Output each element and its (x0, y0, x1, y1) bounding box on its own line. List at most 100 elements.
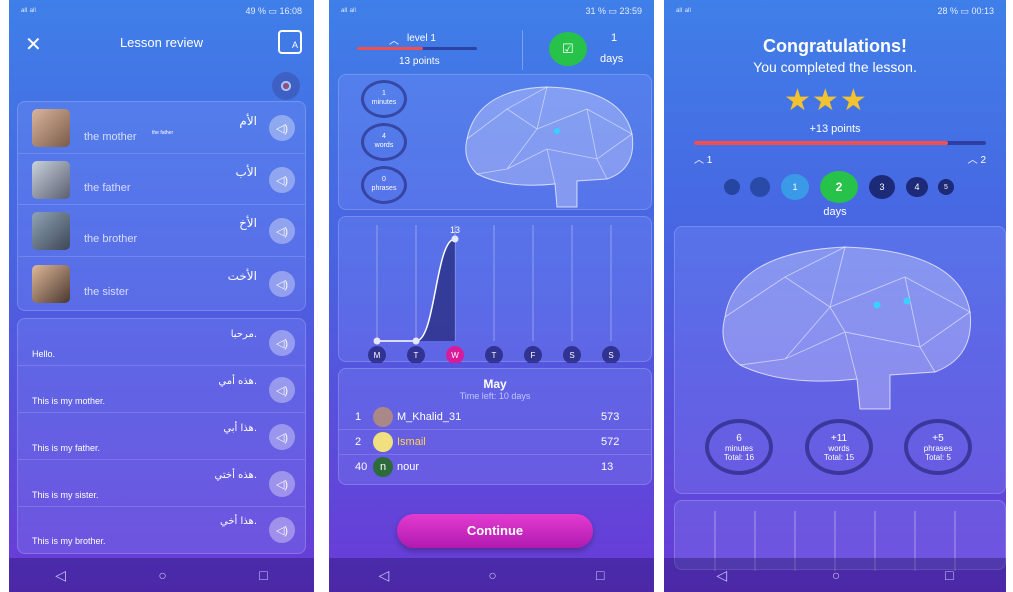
stat-label: phrases (371, 185, 397, 192)
word-image (32, 265, 70, 303)
list-item[interactable]: Hello. مرحبا. ◁) (18, 319, 305, 366)
stat-value: 4 (382, 133, 386, 140)
level-from: ︿ 1 (694, 155, 713, 166)
table-row[interactable]: 1 M_Khalid_31 573 (339, 405, 651, 430)
level-progress-fill (357, 47, 423, 50)
chart-point (373, 337, 381, 345)
phrases-stat: +5 phrases Total: 5 (904, 419, 972, 475)
days-count: 1 (611, 32, 618, 44)
home-icon[interactable]: ○ (488, 567, 496, 583)
sentence-english: This is my brother. (32, 536, 106, 546)
chart-tick-label: F (531, 351, 536, 360)
level-progress-bar (357, 47, 477, 50)
chart-tick-label: T (414, 351, 419, 360)
leaderboard-card: May Time left: 10 days 1 M_Khalid_31 573… (338, 368, 652, 485)
stat-value: 1 (382, 90, 386, 97)
sentence-english: Hello. (32, 349, 56, 359)
stat-value: 6 (736, 433, 742, 444)
chart-point (451, 235, 459, 243)
star-icon: ★ (839, 84, 868, 117)
home-icon[interactable]: ○ (832, 567, 840, 583)
sentence-english: This is my sister. (32, 490, 99, 500)
leaderboard-time-left: Time left: 10 days (459, 391, 531, 401)
stat-value: 0 (382, 176, 386, 183)
word-image (32, 109, 70, 147)
avatar (373, 432, 393, 452)
back-icon[interactable]: ◁ (55, 567, 66, 584)
table-row[interactable]: 2 Ismail 572 (339, 430, 651, 455)
sentence-arabic: مرحبا. (230, 329, 257, 340)
recents-icon[interactable]: □ (596, 567, 604, 583)
words-stat: 4 words (361, 123, 407, 161)
nav-bar: ◁ ○ □ (664, 558, 1006, 592)
list-item[interactable]: This is my brother. هذا أخي. ◁) (18, 507, 305, 554)
stat-total: Total: 16 (723, 453, 755, 462)
streak-day-past (750, 177, 770, 197)
speaker-icon[interactable]: ◁) (269, 218, 295, 244)
nav-bar: ◁ ○ □ (329, 558, 654, 592)
rank: 1 (355, 411, 362, 423)
signal-indicator: ᵃˡˡ ᵃˡˡ (676, 6, 691, 16)
page-title: Lesson review (119, 35, 204, 50)
brain-illustration (722, 246, 972, 410)
streak-day: 5 (938, 179, 954, 195)
chart-tick-label: S (569, 351, 574, 360)
sentence-arabic: هذا أبي. (223, 423, 257, 434)
sentence-arabic: هذه أمي. (218, 376, 257, 387)
player-name: M_Khalid_31 (397, 411, 462, 423)
recents-icon[interactable]: □ (259, 567, 267, 583)
list-item[interactable]: This is my sister. هذه أختي. ◁) (18, 460, 305, 507)
level-icon: ︿ (389, 36, 399, 47)
stat-label: phrases (923, 444, 953, 453)
speaker-icon[interactable]: ◁) (269, 115, 295, 141)
lesson-complete-screen: ᵃˡˡ ᵃˡˡ 28 % ▭ 00:13 Congratulations! Yo… (664, 0, 1006, 592)
sentence-arabic: هذه أختي. (214, 470, 257, 481)
stat-label: words (828, 444, 850, 453)
points-earned: +13 points (809, 123, 861, 135)
sentence-english: This is my father. (32, 443, 101, 453)
list-item[interactable]: the father الأب ◁) (18, 154, 305, 205)
avatar: n (373, 457, 393, 477)
streak-day: 4 (906, 177, 928, 197)
congrats-subtitle: You completed the lesson. (753, 59, 917, 75)
words-stat: +11 words Total: 15 (805, 419, 873, 475)
speaker-icon[interactable]: ◁) (269, 517, 295, 543)
list-item[interactable]: the sister الأخت ◁) (18, 257, 305, 311)
word-overlay-label: the father (152, 130, 174, 136)
list-item[interactable]: This is my mother. هذه أمي. ◁) (18, 366, 305, 413)
battery-time: 28 % ▭ 00:13 (937, 5, 994, 16)
sentence-english: This is my mother. (32, 396, 106, 406)
recents-icon[interactable]: □ (945, 567, 953, 583)
speaker-icon[interactable]: ◁) (269, 377, 295, 403)
home-icon[interactable]: ○ (158, 567, 166, 583)
table-row[interactable]: 40 n nour 13 (339, 455, 651, 480)
player-score: 13 (601, 461, 614, 473)
nav-bar: ◁ ○ □ (9, 558, 314, 592)
speaker-icon[interactable]: ◁) (269, 424, 295, 450)
word-arabic: الأب (235, 165, 257, 179)
back-icon[interactable]: ◁ (379, 567, 390, 584)
player-score: 572 (601, 436, 620, 448)
chart-tick-label: S (608, 351, 613, 360)
speaker-icon[interactable]: ◁) (269, 471, 295, 497)
continue-button[interactable]: Continue (397, 514, 593, 548)
speaker-icon[interactable]: ◁) (269, 167, 295, 193)
uk-flag-icon (272, 72, 300, 100)
player-name: Ismail (397, 436, 426, 448)
list-item[interactable]: the brother الأخ ◁) (18, 205, 305, 257)
list-item[interactable]: This is my father. هذا أبي. ◁) (18, 413, 305, 460)
back-icon[interactable]: ◁ (716, 567, 727, 584)
status-bar: ᵃˡˡ ᵃˡˡ 28 % ▭ 00:13 (664, 0, 1006, 22)
speaker-icon[interactable]: ◁) (269, 330, 295, 356)
battery-time: 31 % ▭ 23:59 (585, 5, 642, 16)
word-arabic: الأخت (227, 269, 257, 283)
status-bar: ᵃˡˡ ᵃˡˡ 31 % ▭ 23:59 (329, 0, 654, 22)
sentence-list-card: Hello. مرحبا. ◁) This is my mother. هذه … (17, 318, 306, 554)
weekly-activity-chart: 13 M T W T F S S (368, 225, 620, 363)
chart-tick-label: W (451, 351, 459, 360)
brain-stats-card: 6 minutes Total: 16 +11 words Total: 15 +5 ph… (674, 226, 1006, 494)
translate-icon[interactable]: A (278, 30, 302, 54)
list-item[interactable]: the mother the father الأم ◁) (18, 102, 305, 154)
chart-tick-label: T (492, 351, 497, 360)
speaker-icon[interactable]: ◁) (269, 271, 295, 297)
